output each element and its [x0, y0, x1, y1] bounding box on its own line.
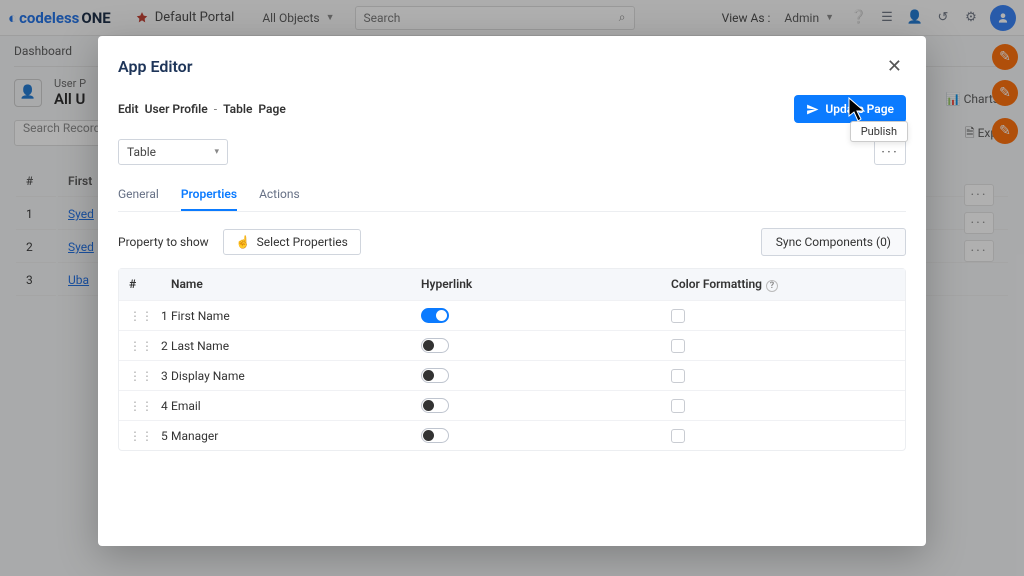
hyperlink-toggle[interactable]	[421, 368, 449, 383]
drag-handle-icon[interactable]: ⋮⋮	[129, 309, 153, 323]
tab-properties[interactable]: Properties	[181, 187, 237, 211]
col-name: Name	[161, 269, 411, 300]
crumb-page: Page	[258, 102, 285, 116]
tab-general[interactable]: General	[118, 187, 159, 211]
color-formatting-checkbox[interactable]	[671, 429, 685, 443]
col-hyperlink: Hyperlink	[411, 269, 661, 300]
drag-handle-icon[interactable]: ⋮⋮	[129, 339, 153, 353]
row-name: Email	[161, 392, 411, 420]
crumb-table: Table	[223, 102, 252, 116]
color-formatting-checkbox[interactable]	[671, 369, 685, 383]
property-row: ⋮⋮1 First Name	[119, 300, 905, 330]
color-formatting-checkbox[interactable]	[671, 309, 685, 323]
property-row: ⋮⋮4 Email	[119, 390, 905, 420]
property-row: ⋮⋮2 Last Name	[119, 330, 905, 360]
row-name: First Name	[161, 302, 411, 330]
select-value: Table	[127, 145, 156, 159]
property-row: ⋮⋮3 Display Name	[119, 360, 905, 390]
hyperlink-toggle[interactable]	[421, 398, 449, 413]
sync-components-button[interactable]: Sync Components (0)	[761, 228, 906, 256]
crumb-sep: -	[214, 102, 217, 116]
more-menu-button[interactable]: ···	[874, 139, 906, 165]
color-formatting-checkbox[interactable]	[671, 339, 685, 353]
editor-tabs: General Properties Actions	[118, 187, 906, 212]
component-type-select[interactable]: Table ▾	[118, 139, 228, 165]
tab-actions[interactable]: Actions	[259, 187, 300, 211]
hyperlink-toggle[interactable]	[421, 308, 449, 323]
modal-title: App Editor	[118, 57, 193, 76]
color-formatting-checkbox[interactable]	[671, 399, 685, 413]
drag-handle-icon[interactable]: ⋮⋮	[129, 399, 153, 413]
publish-icon	[806, 103, 819, 116]
pointer-icon: ☝	[236, 235, 251, 249]
close-icon[interactable]: ✕	[883, 52, 906, 81]
property-row: ⋮⋮5 Manager	[119, 420, 905, 450]
hyperlink-toggle[interactable]	[421, 338, 449, 353]
crumb-obj: User Profile	[145, 102, 208, 116]
publish-tooltip: Publish	[850, 121, 908, 142]
property-to-show-label: Property to show	[118, 235, 209, 249]
drag-handle-icon[interactable]: ⋮⋮	[129, 429, 153, 443]
drag-handle-icon[interactable]: ⋮⋮	[129, 369, 153, 383]
breadcrumb: Edit User Profile - Table Page	[118, 102, 286, 116]
col-num: #	[119, 269, 161, 300]
select-properties-label: Select Properties	[257, 235, 348, 249]
select-properties-button[interactable]: ☝ Select Properties	[223, 229, 361, 255]
update-page-button[interactable]: Update Page Publish	[794, 95, 906, 123]
app-editor-modal: App Editor ✕ Edit User Profile - Table P…	[98, 36, 926, 546]
hyperlink-toggle[interactable]	[421, 428, 449, 443]
properties-table: # Name Hyperlink Color Formatting? ⋮⋮1 F…	[118, 268, 906, 451]
row-name: Display Name	[161, 362, 411, 390]
col-colorfmt: Color Formatting?	[661, 269, 905, 300]
row-name: Manager	[161, 422, 411, 450]
chevron-down-icon: ▾	[214, 147, 219, 157]
update-page-label: Update Page	[825, 102, 894, 116]
row-name: Last Name	[161, 332, 411, 360]
crumb-edit: Edit	[118, 102, 139, 116]
help-icon[interactable]: ?	[766, 280, 778, 292]
